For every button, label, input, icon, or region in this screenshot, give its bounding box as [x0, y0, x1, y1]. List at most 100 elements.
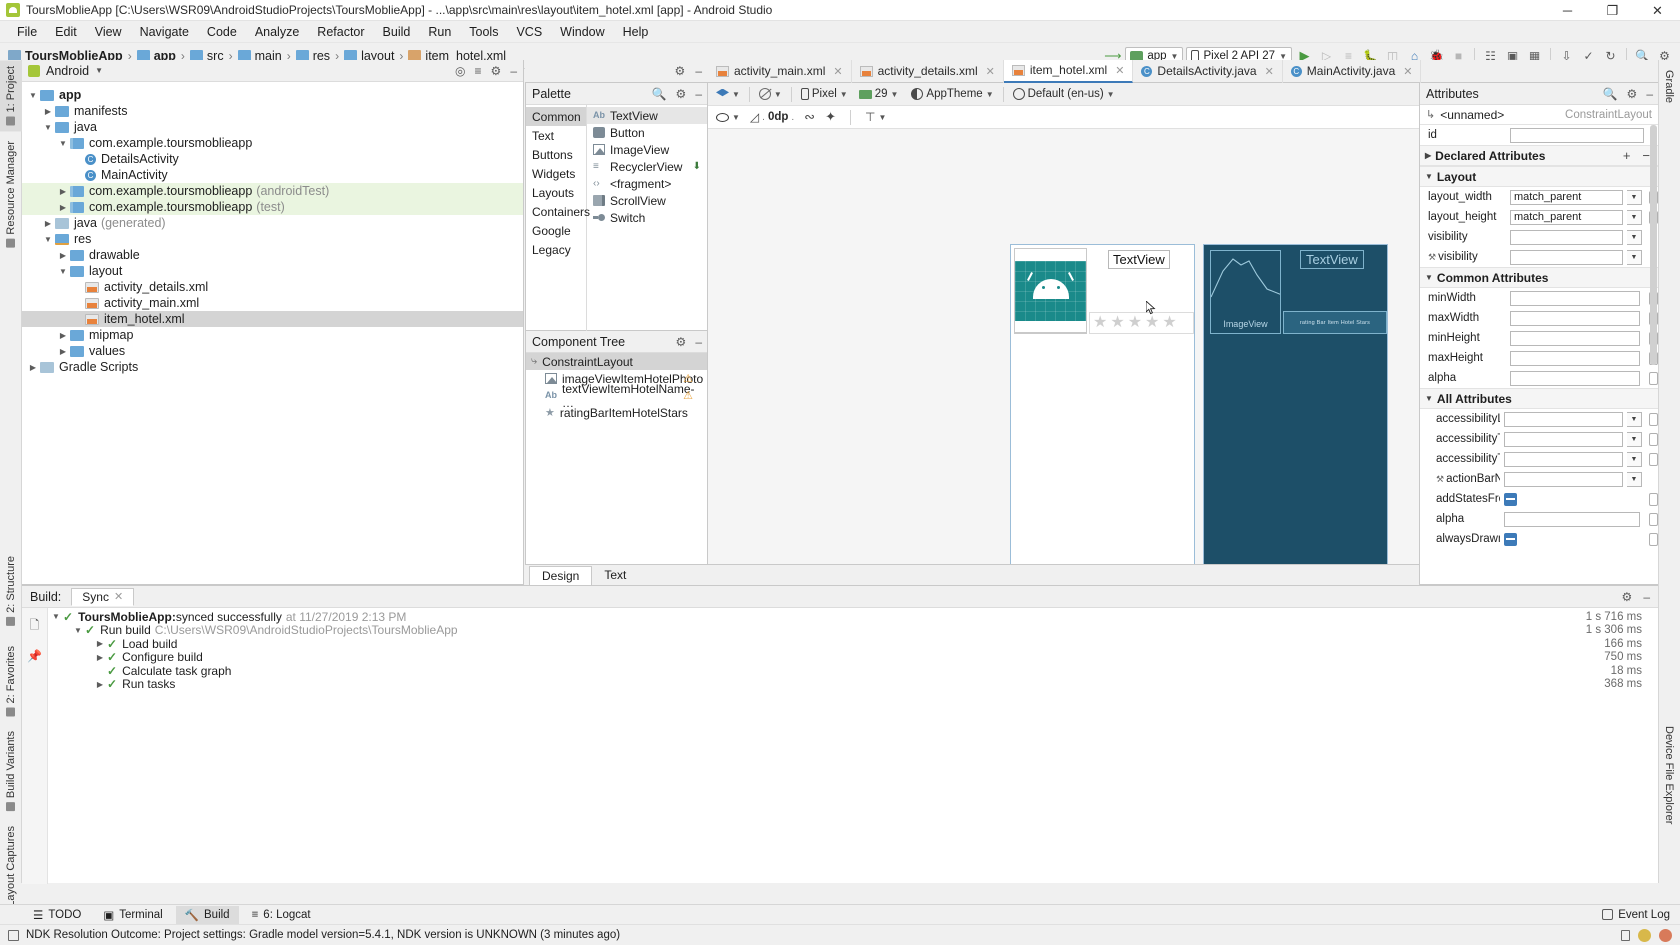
editor-tab-mainactivity-java[interactable]: C MainActivity.java ✕: [1283, 59, 1422, 83]
status-item-todo[interactable]: ☰ TODO: [24, 906, 90, 924]
blueprint-imageview[interactable]: ImageView: [1210, 250, 1281, 334]
attribute-value-input[interactable]: [1504, 431, 1623, 447]
tree-item-item-hotel-xml[interactable]: item_hotel.xml: [22, 311, 523, 327]
menu-item-navigate[interactable]: Navigate: [131, 23, 198, 41]
attribute-value-input[interactable]: [1510, 350, 1640, 366]
tree-item-activity-details-xml[interactable]: activity_details.xml: [22, 279, 523, 295]
chevron-right-icon[interactable]: ▶: [93, 680, 107, 689]
chevron-down-icon[interactable]: ▼: [41, 235, 55, 244]
chevron-down-icon[interactable]: ▼: [56, 267, 70, 276]
tab-text[interactable]: Text: [592, 566, 638, 585]
chevron-right-icon[interactable]: ▶: [56, 347, 70, 356]
attribute-value-input[interactable]: [1504, 471, 1623, 487]
attribute-value-input[interactable]: match_parent: [1510, 209, 1623, 225]
close-icon[interactable]: ✕: [1403, 65, 1412, 78]
attribute-value-input[interactable]: [1510, 229, 1623, 245]
event-log-label[interactable]: Event Log: [1618, 909, 1670, 921]
menu-item-refactor[interactable]: Refactor: [308, 23, 373, 41]
remove-attribute-button[interactable]: −: [1642, 148, 1650, 163]
tree-item-java[interactable]: ▼ java: [22, 119, 523, 135]
infer-constraints-button[interactable]: ∾: [804, 109, 815, 125]
attribute-value-input[interactable]: [1510, 310, 1640, 326]
hide-icon[interactable]: –: [1643, 590, 1650, 604]
editor-tab-activity-details-xml[interactable]: activity_details.xml ✕: [852, 59, 1004, 83]
api-menu[interactable]: 29 ▼: [858, 88, 898, 100]
memory-indicator-icon[interactable]: [1638, 928, 1651, 942]
section-all-attributes[interactable]: ▼ All Attributes: [1420, 388, 1658, 409]
sidebar-item-build-variants[interactable]: Build Variants: [0, 725, 22, 817]
attributes-scrollbar[interactable]: [1650, 125, 1657, 365]
theme-menu[interactable]: AppTheme ▼: [911, 88, 994, 100]
tree-item-values[interactable]: ▶ values: [22, 343, 523, 359]
copy-icon[interactable]: 🗋: [30, 616, 40, 637]
design-mode-selector[interactable]: ▼: [716, 88, 740, 100]
default-margin-control[interactable]: ◿ . 0dp .: [750, 110, 794, 124]
hide-icon[interactable]: –: [1646, 87, 1653, 101]
sidebar-item-structure[interactable]: 2: Structure: [0, 550, 22, 632]
sidebar-item-project[interactable]: 1: Project: [0, 60, 22, 132]
tree-item-drawable[interactable]: ▶ drawable: [22, 247, 523, 263]
attribute-pin-icon[interactable]: [1649, 512, 1658, 526]
chevron-right-icon[interactable]: ▶: [56, 187, 70, 196]
chevron-down-icon[interactable]: ▼: [71, 626, 85, 635]
chevron-right-icon[interactable]: ▶: [56, 251, 70, 260]
minimize-button[interactable]: ─: [1545, 0, 1590, 21]
clear-constraints-button[interactable]: ✦: [825, 109, 836, 125]
search-icon[interactable]: 🔍: [1603, 87, 1618, 101]
section-declared-attributes[interactable]: ▶ Declared Attributes + −: [1420, 145, 1658, 166]
attribute-pin-icon[interactable]: [1649, 371, 1658, 385]
editor-tab-activity-main-xml[interactable]: activity_main.xml ✕: [708, 59, 852, 83]
build-output-row[interactable]: ▶ ✓ Configure build 750 ms: [49, 650, 1658, 664]
tree-item-res[interactable]: ▼ res: [22, 231, 523, 247]
tree-item-detailsactivity[interactable]: C DetailsActivity: [22, 151, 523, 167]
status-item-logcat[interactable]: ≡ 6: Logcat: [243, 907, 320, 923]
chevron-down-icon[interactable]: ▼: [49, 612, 63, 621]
chevron-right-icon[interactable]: ▶: [93, 653, 107, 662]
sidebar-item-device-file-explorer[interactable]: Device File Explorer: [1658, 720, 1680, 830]
gear-icon[interactable]: ⚙: [1622, 590, 1633, 604]
build-output-tree[interactable]: ▼ ✓ ToursMoblieApp: synced successfully at …: [49, 610, 1658, 884]
chevron-right-icon[interactable]: ▶: [41, 219, 55, 228]
close-button[interactable]: ✕: [1635, 0, 1680, 21]
attribute-pin-icon[interactable]: [1649, 492, 1658, 506]
preview-imageview[interactable]: [1014, 248, 1087, 333]
attribute-pin-icon[interactable]: [1649, 452, 1658, 466]
sidebar-item-favorites[interactable]: 2: Favorites: [0, 640, 22, 722]
tree-item-gradle-scripts[interactable]: ▶ Gradle Scripts: [22, 359, 523, 375]
build-output-row[interactable]: ✓ Calculate task graph 18 ms: [49, 664, 1658, 678]
close-icon[interactable]: ✕: [833, 65, 842, 78]
attribute-pin-icon[interactable]: [1649, 412, 1658, 426]
tree-item-app[interactable]: ▼ app: [22, 87, 523, 103]
attribute-value-input[interactable]: [1510, 290, 1640, 306]
build-tab-sync[interactable]: Sync ✕: [71, 587, 135, 606]
menu-item-file[interactable]: File: [8, 23, 46, 41]
preview-textview[interactable]: TextView: [1108, 250, 1170, 269]
chevron-down-icon[interactable]: ▼: [95, 66, 103, 75]
project-tree[interactable]: ▼ app ▶ manifests ▼ java ▼ com.example.toursmob…: [22, 82, 523, 585]
chevron-down-icon[interactable]: ▼: [1627, 249, 1642, 265]
attribute-value-input[interactable]: match_parent: [1510, 189, 1623, 205]
chevron-down-icon[interactable]: ▼: [1627, 209, 1642, 225]
attribute-value-input[interactable]: [1510, 370, 1640, 386]
blueprint-preview[interactable]: ImageView TextView rating Bar Item Hotel…: [1203, 244, 1388, 571]
gear-icon[interactable]: ⚙: [1627, 87, 1638, 101]
menu-item-run[interactable]: Run: [419, 23, 460, 41]
editor-tab-item-hotel-xml[interactable]: item_hotel.xml ✕: [1003, 59, 1134, 83]
chevron-down-icon[interactable]: ▼: [41, 123, 55, 132]
menu-item-view[interactable]: View: [86, 23, 131, 41]
add-attribute-button[interactable]: +: [1623, 148, 1631, 163]
chevron-down-icon[interactable]: ▼: [1627, 471, 1642, 487]
project-view-selector[interactable]: Android: [46, 64, 89, 78]
editor-tabs[interactable]: activity_main.xml ✕ activity_details.xml ✕ i…: [708, 59, 1422, 83]
tree-item-manifests[interactable]: ▶ manifests: [22, 103, 523, 119]
menu-item-vcs[interactable]: VCS: [507, 23, 551, 41]
attribute-value-input[interactable]: [1504, 451, 1623, 467]
chevron-right-icon[interactable]: ▶: [93, 639, 107, 648]
status-item-build[interactable]: 🔨 Build: [175, 905, 239, 924]
attribute-checkbox[interactable]: [1504, 492, 1517, 506]
chevron-right-icon[interactable]: ▶: [56, 203, 70, 212]
menu-item-code[interactable]: Code: [198, 23, 246, 41]
attribute-value-input[interactable]: [1504, 411, 1623, 427]
view-options-menu[interactable]: ▼: [716, 112, 740, 122]
build-output-row[interactable]: ▼ ✓ Run build C:\Users\WSR09\AndroidStudioP…: [49, 623, 1658, 637]
